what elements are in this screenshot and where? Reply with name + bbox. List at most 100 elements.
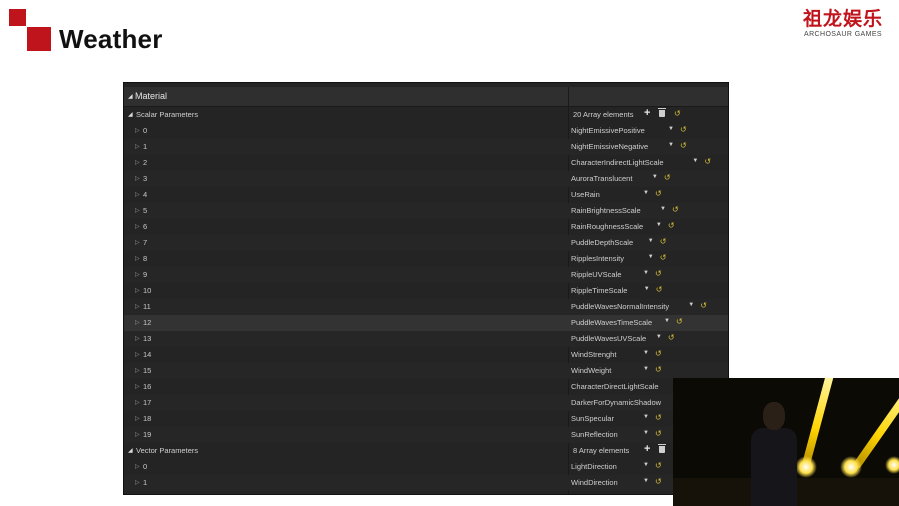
- parameter-row[interactable]: ▷ 13 PuddleWavesUVScale ▼ ↺: [124, 331, 728, 347]
- reset-icon[interactable]: ↺: [660, 253, 667, 262]
- expand-icon[interactable]: ▷: [135, 143, 140, 150]
- chevron-down-icon[interactable]: ▼: [688, 302, 694, 308]
- parameter-row[interactable]: ▷ 0 LightDirection ▼ ↺: [124, 459, 728, 475]
- chevron-down-icon[interactable]: ▼: [643, 430, 649, 436]
- reset-icon[interactable]: ↺: [655, 269, 662, 278]
- delete-all-icon[interactable]: [658, 108, 666, 117]
- reset-icon[interactable]: ↺: [655, 365, 662, 374]
- parameter-row[interactable]: ▷ 15 WindWeight ▼ ↺: [124, 363, 728, 379]
- chevron-down-icon[interactable]: ▼: [664, 318, 670, 324]
- parameter-row[interactable]: ▷ 10 RippleTimeScale ▼ ↺: [124, 283, 728, 299]
- reset-icon[interactable]: ↺: [704, 157, 711, 166]
- chevron-down-icon[interactable]: ▼: [668, 126, 674, 132]
- scalar-parameters-group-header[interactable]: ◢ Scalar Parameters 20 Array elements + ↺: [124, 107, 728, 123]
- reset-icon[interactable]: ↺: [655, 413, 662, 422]
- chevron-down-icon[interactable]: ▼: [643, 270, 649, 276]
- reset-icon[interactable]: ↺: [680, 125, 687, 134]
- chevron-down-icon[interactable]: ▼: [643, 350, 649, 356]
- expand-icon[interactable]: ▷: [135, 191, 140, 198]
- parameter-row[interactable]: ▷ 11 PuddleWavesNormalIntensity ▼ ↺: [124, 299, 728, 315]
- reset-icon[interactable]: ↺: [655, 429, 662, 438]
- parameter-row[interactable]: ▷ 9 RippleUVScale ▼ ↺: [124, 267, 728, 283]
- expand-icon[interactable]: ▷: [135, 255, 140, 262]
- reset-icon[interactable]: ↺: [668, 221, 675, 230]
- reset-icon[interactable]: ↺: [700, 301, 707, 310]
- stage-light: [840, 456, 862, 478]
- chevron-down-icon[interactable]: ▼: [644, 286, 650, 292]
- add-element-icon[interactable]: +: [644, 443, 650, 455]
- parameter-row[interactable]: ▷ 19 SunReflection ▼ ↺: [124, 427, 728, 443]
- brand-name-en: ARCHOSAUR GAMES: [804, 31, 882, 38]
- expand-icon[interactable]: ▷: [135, 415, 140, 422]
- parameter-row[interactable]: ▷ 18 SunSpecular ▼ ↺: [124, 411, 728, 427]
- chevron-down-icon[interactable]: ▼: [643, 414, 649, 420]
- parameter-name: UseRain: [571, 190, 600, 199]
- chevron-down-icon[interactable]: ▼: [648, 254, 654, 260]
- chevron-down-icon[interactable]: ▼: [643, 462, 649, 468]
- delete-all-icon[interactable]: [658, 444, 666, 453]
- expand-icon[interactable]: ▷: [135, 319, 140, 326]
- parameter-row[interactable]: ▷ 5 RainBrightnessScale ▼ ↺: [124, 203, 728, 219]
- expand-icon[interactable]: ▷: [135, 207, 140, 214]
- expand-icon[interactable]: ▷: [135, 239, 140, 246]
- reset-icon[interactable]: ↺: [664, 173, 671, 182]
- expand-icon[interactable]: ▷: [135, 175, 140, 182]
- expand-icon[interactable]: ▷: [135, 303, 140, 310]
- expand-icon[interactable]: ▷: [135, 431, 140, 438]
- expand-icon[interactable]: ▷: [135, 159, 140, 166]
- parameter-row[interactable]: ▷ 7 PuddleDepthScale ▼ ↺: [124, 235, 728, 251]
- material-section-header[interactable]: ◢ Material: [124, 87, 728, 107]
- reset-icon[interactable]: ↺: [676, 317, 683, 326]
- chevron-down-icon[interactable]: ▼: [656, 334, 662, 340]
- chevron-down-icon[interactable]: ▼: [643, 190, 649, 196]
- reset-icon[interactable]: ↺: [655, 477, 662, 486]
- reset-icon[interactable]: ↺: [655, 461, 662, 470]
- expand-icon[interactable]: ▷: [135, 367, 140, 374]
- expand-icon[interactable]: ▷: [135, 271, 140, 278]
- expand-icon[interactable]: ▷: [135, 223, 140, 230]
- chevron-down-icon[interactable]: ▼: [656, 222, 662, 228]
- reset-icon[interactable]: ↺: [668, 333, 675, 342]
- parameter-row[interactable]: ▷16CharacterDirectLightScale▼↺: [124, 379, 728, 395]
- parameter-row[interactable]: ▷ 14 WindStrenght ▼ ↺: [124, 347, 728, 363]
- parameter-row[interactable]: ▷17DarkerForDynamicShadow▼↺: [124, 395, 728, 411]
- collapse-icon[interactable]: ◢: [128, 447, 133, 454]
- parameter-row[interactable]: ▷ 6 RainRoughnessScale ▼ ↺: [124, 219, 728, 235]
- chevron-down-icon[interactable]: ▼: [643, 478, 649, 484]
- parameter-row[interactable]: ▷ 4 UseRain ▼ ↺: [124, 187, 728, 203]
- collapse-icon[interactable]: ◢: [128, 93, 133, 100]
- reset-icon[interactable]: ↺: [660, 237, 667, 246]
- expand-icon[interactable]: ▷: [135, 287, 140, 294]
- vector-parameters-group-header[interactable]: ◢Vector Parameters8 Array elements+↺: [124, 443, 728, 459]
- parameter-name: SunSpecular: [571, 414, 614, 423]
- expand-icon[interactable]: ▷: [135, 399, 140, 406]
- reset-icon[interactable]: ↺: [655, 189, 662, 198]
- parameter-row[interactable]: ▷ 1 WindDirection ▼ ↺: [124, 475, 728, 491]
- reset-icon[interactable]: ↺: [680, 141, 687, 150]
- chevron-down-icon[interactable]: ▼: [648, 238, 654, 244]
- expand-icon[interactable]: ▷: [135, 479, 140, 486]
- reset-icon[interactable]: ↺: [674, 109, 681, 118]
- parameter-row[interactable]: ▷ 8 RipplesIntensity ▼ ↺: [124, 251, 728, 267]
- collapse-icon[interactable]: ◢: [128, 111, 133, 118]
- parameter-name: LightDirection: [571, 462, 617, 471]
- chevron-down-icon[interactable]: ▼: [692, 158, 698, 164]
- expand-icon[interactable]: ▷: [135, 383, 140, 390]
- chevron-down-icon[interactable]: ▼: [643, 366, 649, 372]
- reset-icon[interactable]: ↺: [672, 205, 679, 214]
- chevron-down-icon[interactable]: ▼: [660, 206, 666, 212]
- parameter-row[interactable]: ▷ 12 PuddleWavesTimeScale ▼ ↺: [124, 315, 728, 331]
- chevron-down-icon[interactable]: ▼: [652, 174, 658, 180]
- expand-icon[interactable]: ▷: [135, 351, 140, 358]
- parameter-row[interactable]: ▷ 1 NightEmissiveNegative ▼ ↺: [124, 139, 728, 155]
- parameter-row[interactable]: ▷ 3 AuroraTranslucent ▼ ↺: [124, 171, 728, 187]
- expand-icon[interactable]: ▷: [135, 463, 140, 470]
- parameter-row[interactable]: ▷ 0 NightEmissivePositive ▼ ↺: [124, 123, 728, 139]
- reset-icon[interactable]: ↺: [655, 349, 662, 358]
- chevron-down-icon[interactable]: ▼: [668, 142, 674, 148]
- reset-icon[interactable]: ↺: [656, 285, 663, 294]
- add-element-icon[interactable]: +: [644, 107, 650, 119]
- expand-icon[interactable]: ▷: [135, 335, 140, 342]
- parameter-row[interactable]: ▷ 2 CharacterIndirectLightScale ▼ ↺: [124, 155, 728, 171]
- expand-icon[interactable]: ▷: [135, 127, 140, 134]
